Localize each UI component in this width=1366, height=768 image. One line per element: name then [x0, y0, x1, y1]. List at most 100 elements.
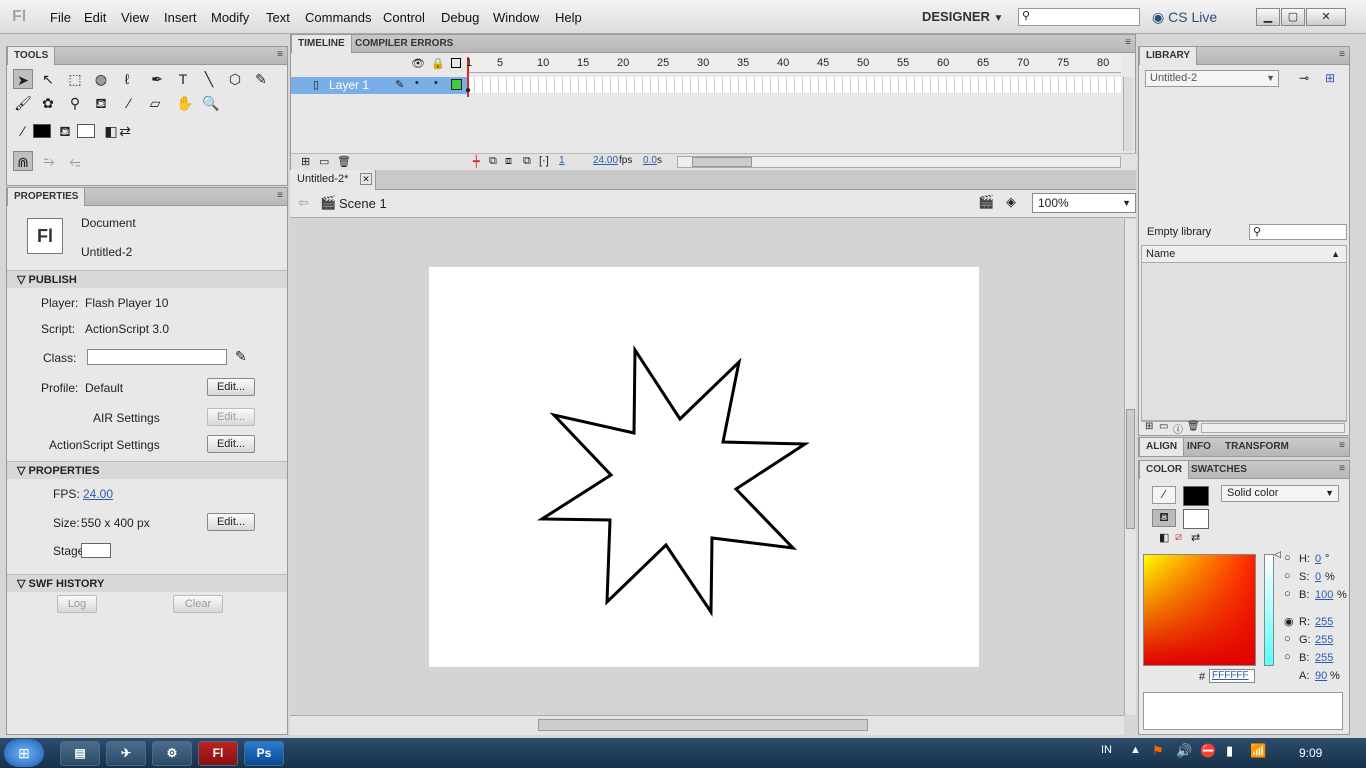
size-edit-button[interactable]: Edit... — [207, 513, 255, 531]
text-tool-icon[interactable]: T — [173, 69, 193, 89]
start-button[interactable]: ⊞ — [4, 739, 44, 767]
stroke-color-swatch[interactable] — [33, 124, 51, 138]
scroll-thumb[interactable] — [1126, 409, 1135, 529]
onion-skin-icon[interactable]: ⧉ — [489, 155, 497, 168]
swap-colors-icon[interactable]: ⇄ — [1191, 531, 1200, 544]
signal-icon[interactable]: 📶 — [1250, 743, 1266, 759]
b-radio[interactable]: ○ — [1284, 588, 1291, 600]
clock[interactable]: 9:09 — [1299, 746, 1322, 760]
star-shape[interactable] — [429, 267, 979, 667]
stage[interactable] — [429, 267, 979, 667]
new-library-panel-icon[interactable]: ⊞ — [1325, 71, 1335, 85]
publish-section-header[interactable]: ▽ PUBLISH — [7, 270, 287, 288]
scene-name[interactable]: Scene 1 — [339, 196, 387, 211]
r-radio-selected[interactable]: ◉ — [1284, 615, 1294, 628]
network-error-icon[interactable]: ⛔ — [1200, 743, 1216, 759]
alert-icon[interactable]: ⚑ — [1152, 743, 1164, 759]
timeline-tab[interactable]: TIMELINE — [291, 35, 352, 53]
timeline-vscrollbar[interactable] — [1123, 77, 1133, 151]
subselection-tool-icon[interactable]: ↖ — [38, 69, 58, 89]
brush-tool-icon[interactable]: 🖌 — [13, 93, 33, 113]
frame-grid[interactable] — [467, 77, 1121, 93]
straighten-icon[interactable]: ⥳ — [65, 151, 85, 171]
edit-scene-icon[interactable]: 🎬 — [978, 194, 994, 210]
photoshop-taskbar-icon[interactable]: Ps — [244, 741, 284, 766]
g-radio[interactable]: ○ — [1284, 633, 1291, 645]
onion-markers-icon[interactable]: [·] — [539, 155, 549, 167]
delete-icon[interactable]: 🗑 — [1187, 421, 1200, 432]
menu-text[interactable]: Text — [266, 10, 290, 25]
polystar-tool-icon[interactable]: ⬡ — [225, 69, 245, 89]
library-name-column-header[interactable]: Name ▲ — [1142, 246, 1346, 263]
panel-menu-icon[interactable]: ≡ — [1339, 49, 1345, 60]
new-folder-icon[interactable]: ▭ — [1159, 421, 1168, 432]
battery-icon[interactable]: ▮ — [1226, 743, 1233, 759]
player-value[interactable]: Flash Player 10 — [85, 296, 168, 310]
eye-icon[interactable]: 👁 — [411, 57, 425, 70]
class-input[interactable] — [87, 349, 227, 365]
new-layer-icon[interactable]: ⊞ — [301, 155, 310, 168]
lock-icon[interactable]: 🔒 — [431, 57, 445, 70]
layer-outline-color-icon[interactable] — [451, 79, 462, 90]
transform-tab[interactable]: TRANSFORM — [1219, 438, 1295, 456]
line-tool-icon[interactable]: ╲ — [199, 69, 219, 89]
media-taskbar-icon[interactable]: ✈ — [106, 741, 146, 766]
fill-type-select[interactable]: Solid color ▼ — [1221, 485, 1339, 502]
stage-color-swatch[interactable] — [81, 543, 111, 558]
workspace-switcher[interactable]: DESIGNER ▼ — [922, 9, 1003, 24]
selection-tool-icon[interactable]: ➤ — [13, 69, 33, 89]
color-tab[interactable]: COLOR — [1139, 461, 1190, 479]
h-value[interactable]: 0 — [1315, 553, 1321, 565]
swap-colors-icon[interactable]: ⇄ — [115, 121, 135, 141]
center-frame-icon[interactable]: ┿ — [473, 155, 480, 168]
properties-tab[interactable]: PROPERTIES — [7, 188, 86, 206]
timeline-hscrollbar[interactable] — [677, 156, 1121, 168]
menu-help[interactable]: Help — [555, 10, 582, 25]
menu-control[interactable]: Control — [383, 10, 425, 25]
menu-modify[interactable]: Modify — [211, 10, 249, 25]
pen-tool-icon[interactable]: ✒ — [147, 69, 167, 89]
menu-file[interactable]: File — [50, 10, 71, 25]
s-radio[interactable]: ○ — [1284, 570, 1291, 582]
tools-tab[interactable]: TOOLS — [7, 47, 56, 65]
blue-radio[interactable]: ○ — [1284, 651, 1291, 663]
edit-symbols-icon[interactable]: ◈ — [1006, 194, 1016, 210]
volume-icon[interactable]: 🔊 — [1176, 743, 1192, 759]
menu-edit[interactable]: Edit — [84, 10, 106, 25]
fill-color-swatch[interactable] — [1183, 509, 1209, 529]
lasso-tool-icon[interactable]: ℓ — [117, 69, 137, 89]
zoom-select[interactable]: 100% ▼ — [1032, 193, 1136, 213]
cs-live-button[interactable]: ◉ CS Live — [1152, 9, 1217, 26]
script-value[interactable]: ActionScript 3.0 — [85, 322, 169, 336]
no-color-icon[interactable]: ⧄ — [1175, 531, 1182, 544]
scroll-thumb[interactable] — [538, 719, 868, 731]
alpha-value[interactable]: 90 — [1315, 670, 1327, 682]
maximize-button[interactable]: ▢ — [1281, 8, 1305, 26]
layer-row[interactable]: ▯ Layer 1 ✎ • • — [291, 77, 467, 94]
3d-rotation-tool-icon[interactable]: ◍ — [91, 69, 111, 89]
lock-dot-icon[interactable]: • — [434, 77, 438, 89]
scroll-thumb[interactable] — [692, 157, 752, 167]
stage-hscrollbar[interactable] — [290, 715, 1124, 735]
r-value[interactable]: 255 — [1315, 616, 1333, 628]
pencil-tool-icon[interactable]: ✎ — [251, 69, 271, 89]
delete-layer-icon[interactable]: 🗑 — [337, 155, 351, 168]
outline-icon[interactable] — [451, 58, 461, 68]
current-frame[interactable]: 1 — [559, 155, 565, 166]
b-value[interactable]: 100 — [1315, 589, 1333, 601]
paint-bucket-tool-icon[interactable]: ⛾ — [91, 93, 111, 113]
visibility-dot-icon[interactable]: • — [415, 77, 419, 89]
fill-icon[interactable]: ⛾ — [1152, 509, 1176, 527]
log-button[interactable]: Log — [57, 595, 97, 613]
library-search-input[interactable]: ⚲ — [1249, 224, 1347, 240]
align-tab[interactable]: ALIGN — [1139, 438, 1185, 456]
close-button[interactable]: ✕ — [1306, 8, 1346, 26]
profile-edit-button[interactable]: Edit... — [207, 378, 255, 396]
fill-color-swatch[interactable] — [77, 124, 95, 138]
menu-view[interactable]: View — [121, 10, 149, 25]
blue-value[interactable]: 255 — [1315, 652, 1333, 664]
slider-arrow-icon[interactable]: ◁ — [1274, 549, 1281, 560]
panel-menu-icon[interactable]: ≡ — [277, 49, 283, 60]
actionscript-edit-button[interactable]: Edit... — [207, 435, 255, 453]
hand-tool-icon[interactable]: ✋ — [175, 93, 195, 113]
